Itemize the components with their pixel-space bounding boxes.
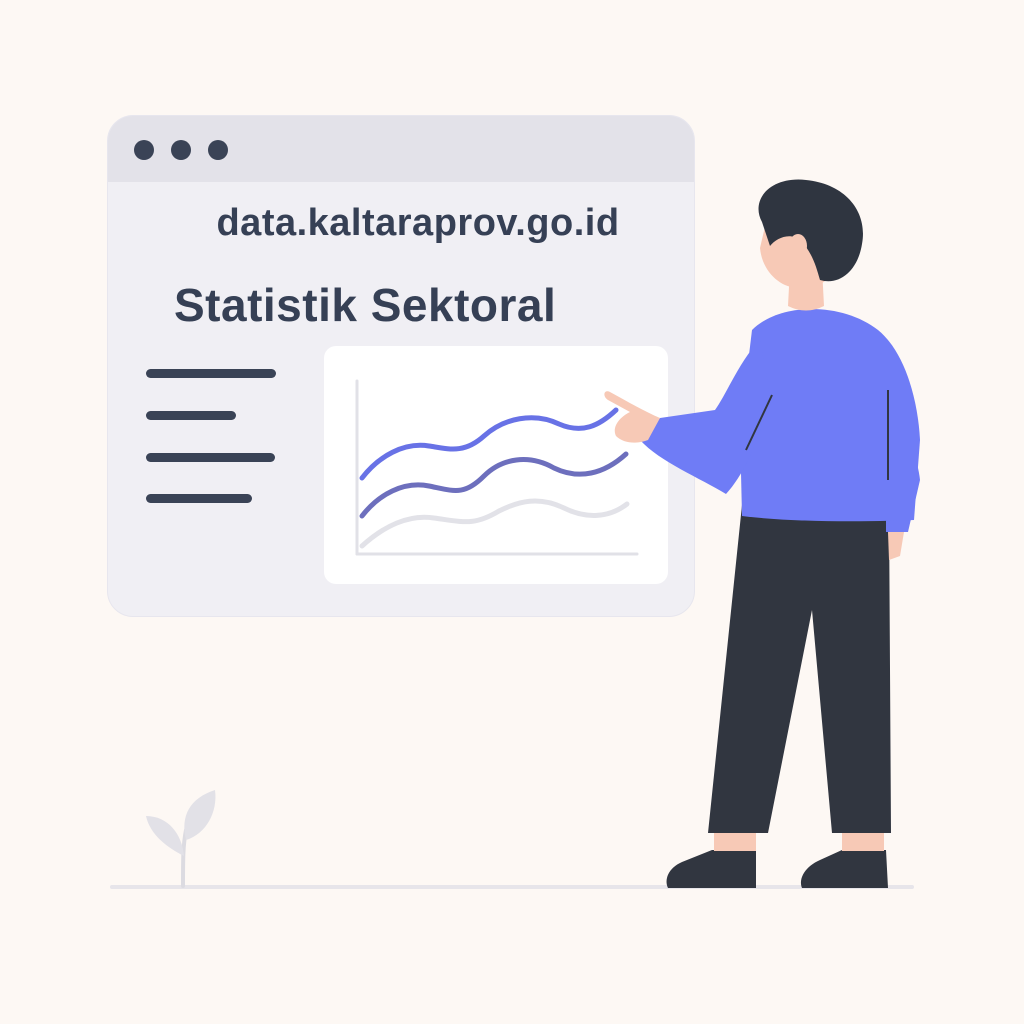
head [758,179,863,289]
pants [708,505,891,833]
left-shoe [666,850,756,888]
shirt [740,309,920,522]
right-ankle [842,833,884,851]
right-shoe [800,850,888,888]
left-ankle [714,833,756,851]
ear [789,234,807,258]
person-illustration [110,179,920,889]
illustration-scene: data.kaltaraprov.go.id Statistik Sektora… [0,0,1024,1024]
plant-icon [146,790,216,888]
back-hand [888,532,904,560]
